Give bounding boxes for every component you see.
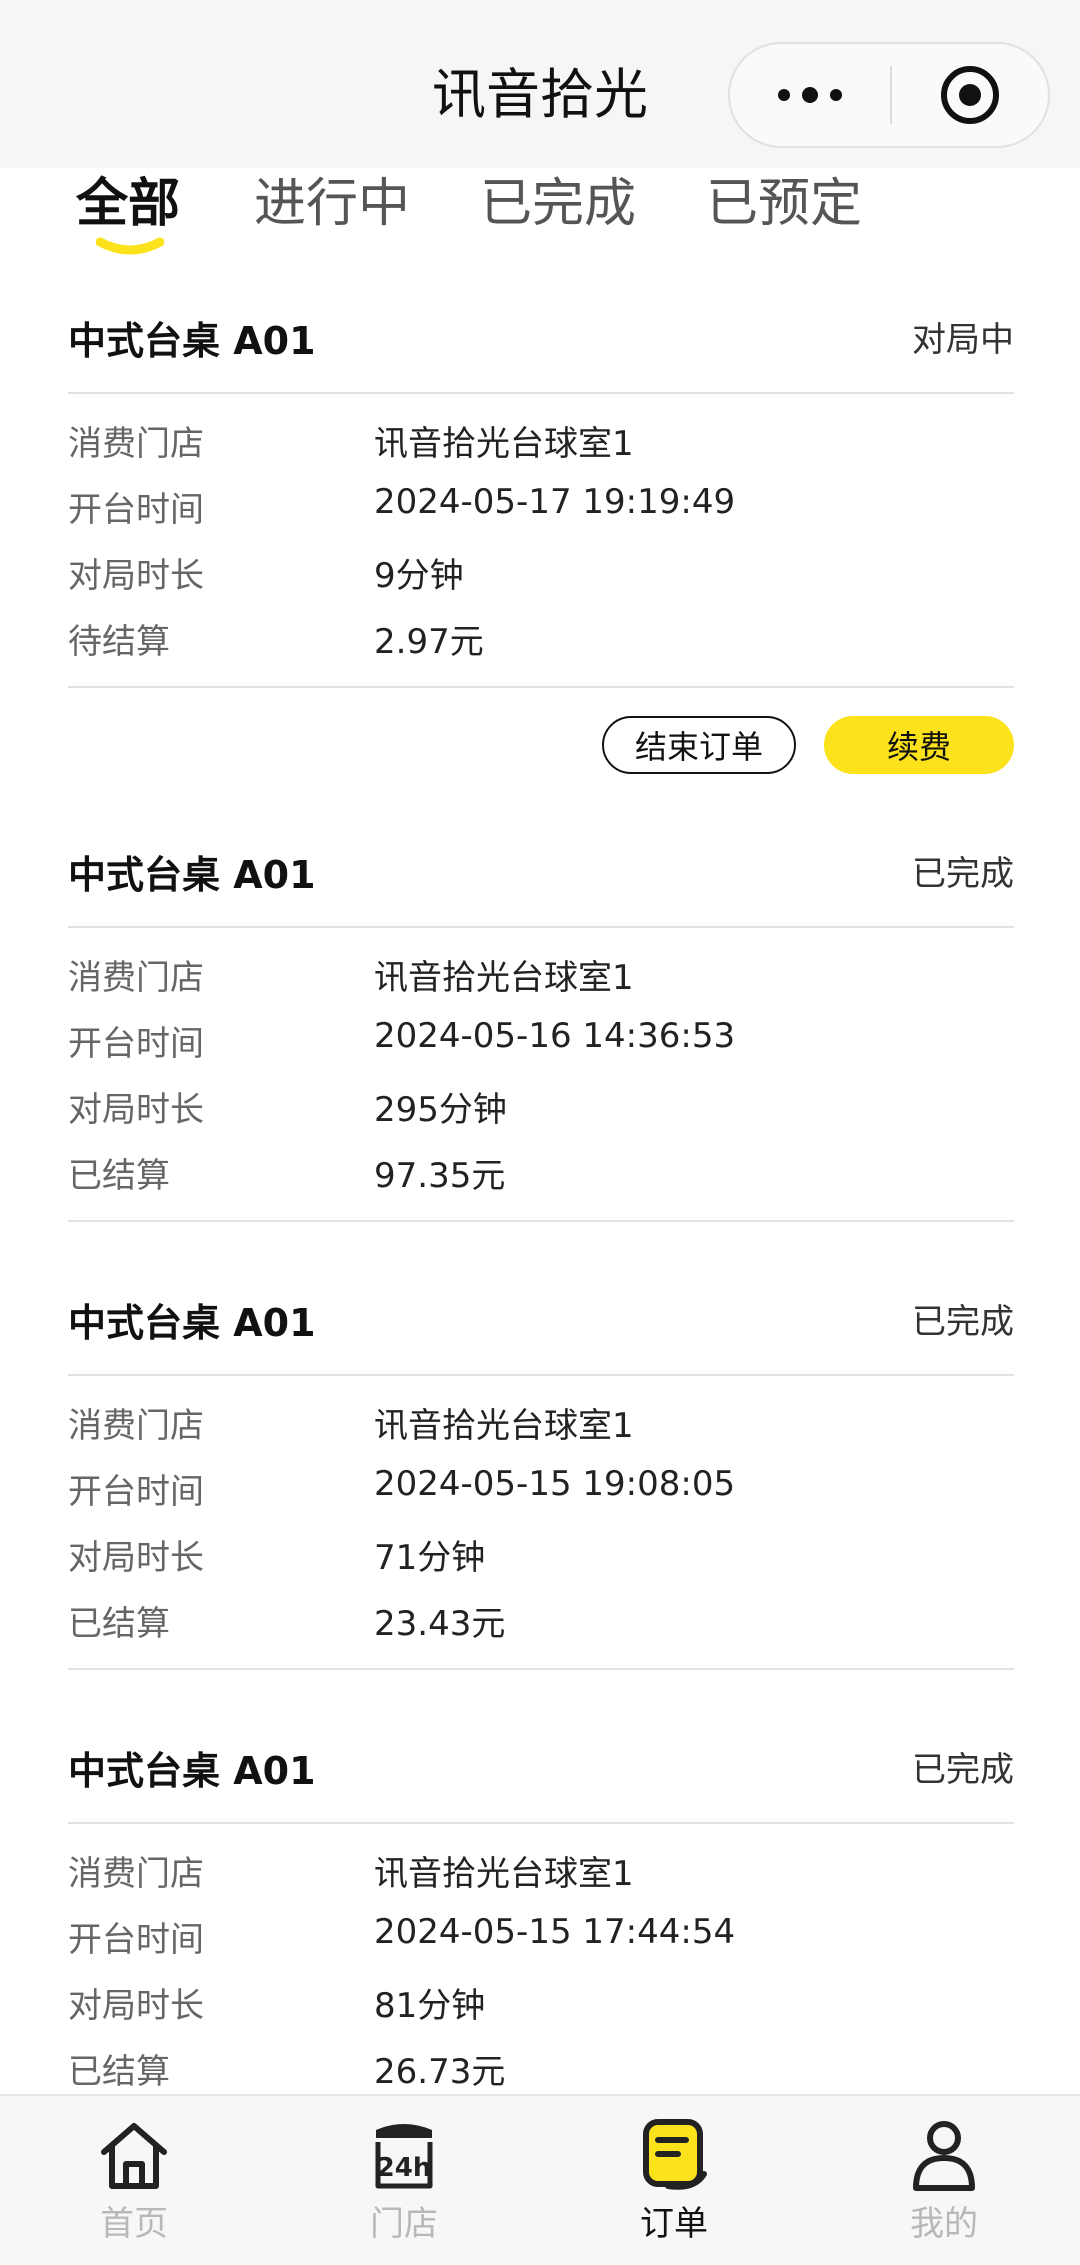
tab-completed[interactable]: 已完成 — [480, 164, 636, 244]
info-label: 消费门店 — [68, 1406, 204, 1446]
order-header: 中式台桌 A01 已完成 — [68, 822, 1014, 928]
info-label: 开台时间 — [68, 1472, 204, 1512]
end-order-button[interactable]: 结束订单 — [602, 716, 796, 774]
nav-label: 首页 — [100, 2204, 168, 2244]
svg-text:24h: 24h — [377, 2153, 432, 2183]
info-row: 待结算 2.97元 — [68, 604, 1014, 670]
profile-icon — [913, 2121, 975, 2191]
tab-all[interactable]: 全部 — [76, 164, 180, 244]
table-name: 中式台桌 A01 — [68, 1749, 316, 1793]
info-label: 对局时长 — [68, 1538, 204, 1578]
active-tab-indicator — [96, 237, 164, 255]
info-value: 23.43元 — [374, 1604, 506, 1644]
info-value: 2024-05-15 19:08:05 — [374, 1464, 736, 1504]
info-row: 消费门店 讯音拾光台球室1 — [68, 1388, 1014, 1454]
nav-label: 我的 — [910, 2204, 978, 2244]
nav-store[interactable]: 24h 门店 — [304, 2116, 504, 2246]
info-label: 已结算 — [68, 1604, 170, 1644]
info-row: 已结算 23.43元 — [68, 1586, 1014, 1652]
info-row: 对局时长 295分钟 — [68, 1072, 1014, 1138]
status-badge: 已完成 — [912, 1302, 1014, 1342]
divider — [68, 1220, 1014, 1222]
info-label: 对局时长 — [68, 1090, 204, 1130]
more-menu-button[interactable] — [730, 44, 890, 146]
info-value: 讯音拾光台球室1 — [374, 1406, 634, 1446]
info-value: 讯音拾光台球室1 — [374, 424, 634, 464]
info-value: 2024-05-16 14:36:53 — [374, 1016, 736, 1056]
more-dots-icon — [778, 87, 842, 103]
status-badge: 已完成 — [912, 854, 1014, 894]
order-icon — [643, 2119, 707, 2190]
info-label: 开台时间 — [68, 1024, 204, 1064]
info-row: 开台时间 2024-05-15 19:08:05 — [68, 1454, 1014, 1520]
info-row: 开台时间 2024-05-16 14:36:53 — [68, 1006, 1014, 1072]
info-label: 对局时长 — [68, 556, 204, 596]
top-bar: 讯音拾光 — [0, 0, 1080, 168]
info-label: 待结算 — [68, 622, 170, 662]
info-row: 对局时长 71分钟 — [68, 1520, 1014, 1586]
info-row: 开台时间 2024-05-15 17:44:54 — [68, 1902, 1014, 1968]
nav-profile[interactable]: 我的 — [844, 2116, 1044, 2246]
order-header: 中式台桌 A01 对局中 — [68, 288, 1014, 394]
info-row: 消费门店 讯音拾光台球室1 — [68, 940, 1014, 1006]
info-row: 消费门店 讯音拾光台球室1 — [68, 406, 1014, 472]
order-filter-tabs: 全部 进行中 已完成 已预定 — [0, 168, 1080, 288]
table-name: 中式台桌 A01 — [68, 853, 316, 897]
close-mini-program-button[interactable] — [892, 44, 1048, 146]
status-badge: 已完成 — [912, 1750, 1014, 1790]
info-value: 295分钟 — [374, 1090, 507, 1130]
divider — [68, 1668, 1014, 1670]
info-label: 开台时间 — [68, 1920, 204, 1960]
mini-program-capsule — [728, 42, 1050, 148]
order-header: 中式台桌 A01 已完成 — [68, 1270, 1014, 1376]
info-value: 71分钟 — [374, 1538, 486, 1578]
order-header: 中式台桌 A01 已完成 — [68, 1718, 1014, 1824]
info-row: 消费门店 讯音拾光台球室1 — [68, 1836, 1014, 1902]
info-value: 2024-05-15 17:44:54 — [374, 1912, 736, 1952]
info-label: 消费门店 — [68, 424, 204, 464]
info-value: 26.73元 — [374, 2052, 506, 2092]
info-label: 对局时长 — [68, 1986, 204, 2026]
tab-reserved[interactable]: 已预定 — [706, 164, 862, 244]
info-label: 已结算 — [68, 1156, 170, 1196]
status-badge: 对局中 — [912, 320, 1014, 360]
bottom-tab-bar: 首页 24h 门店 订单 我的 — [0, 2094, 1080, 2265]
info-row: 已结算 97.35元 — [68, 1138, 1014, 1204]
info-value: 讯音拾光台球室1 — [374, 958, 634, 998]
nav-home[interactable]: 首页 — [34, 2116, 234, 2246]
info-label: 消费门店 — [68, 1854, 204, 1894]
tab-in-progress[interactable]: 进行中 — [254, 164, 410, 244]
info-value: 9分钟 — [374, 556, 464, 596]
nav-order[interactable]: 订单 — [574, 2116, 774, 2246]
table-name: 中式台桌 A01 — [68, 319, 316, 363]
info-row: 对局时长 9分钟 — [68, 538, 1014, 604]
table-name: 中式台桌 A01 — [68, 1301, 316, 1345]
divider — [68, 686, 1014, 688]
home-icon — [101, 2123, 167, 2189]
info-label: 消费门店 — [68, 958, 204, 998]
renew-button[interactable]: 续费 — [824, 716, 1014, 774]
info-value: 讯音拾光台球室1 — [374, 1854, 634, 1894]
info-value: 81分钟 — [374, 1986, 486, 2026]
info-value: 2.97元 — [374, 622, 484, 662]
target-circle-icon — [941, 66, 999, 124]
nav-label: 门店 — [370, 2204, 438, 2244]
info-row: 已结算 26.73元 — [68, 2034, 1014, 2100]
info-label: 已结算 — [68, 2052, 170, 2092]
info-row: 对局时长 81分钟 — [68, 1968, 1014, 2034]
info-label: 开台时间 — [68, 490, 204, 530]
info-value: 97.35元 — [374, 1156, 506, 1196]
nav-label: 订单 — [640, 2204, 708, 2244]
info-value: 2024-05-17 19:19:49 — [374, 482, 736, 522]
store-24h-icon: 24h — [375, 2124, 433, 2189]
info-row: 开台时间 2024-05-17 19:19:49 — [68, 472, 1014, 538]
